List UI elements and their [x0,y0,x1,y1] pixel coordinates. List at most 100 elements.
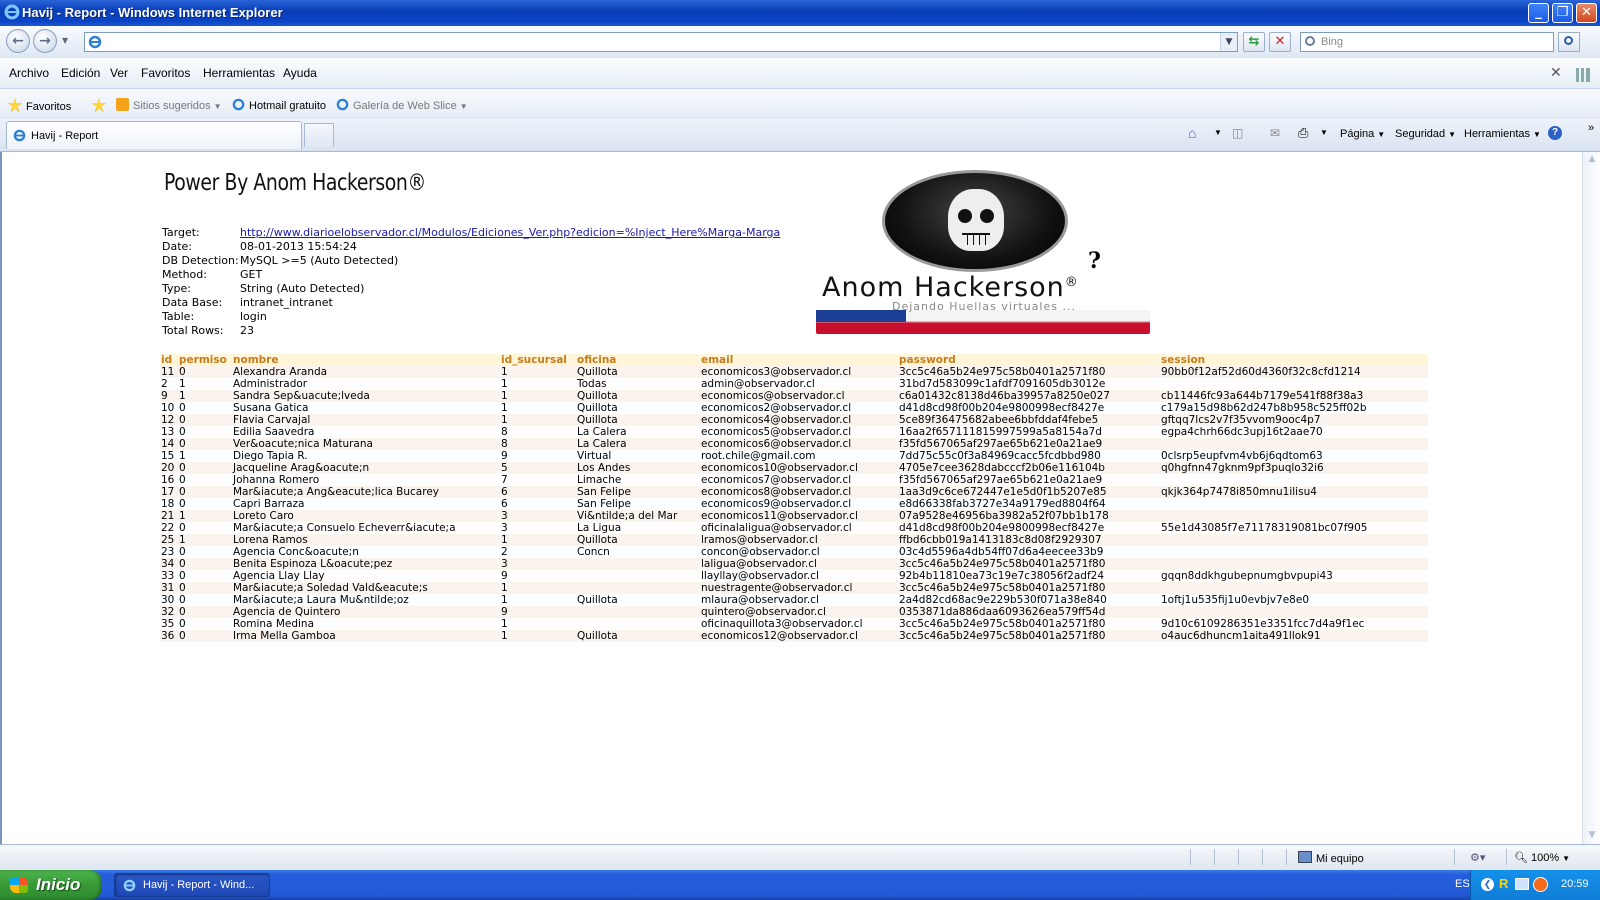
help-icon[interactable]: ? [1548,126,1562,140]
web-slice-gallery-link[interactable]: Galería de Web Slice ▼ [336,98,468,112]
cell-password: 03c4d5596a4db54ff07d6a4eecee33b9 [898,546,1160,558]
vertical-scrollbar[interactable]: ▲ ▼ [1582,152,1600,844]
table-row: 13 0 Edilia Saavedra 8 La Calera economicos5@… [160,426,1428,438]
meta-row: DB Detection: MySQL >=5 (Auto Detected) [162,254,780,268]
security-menu[interactable]: Seguridad ▼ [1395,128,1456,140]
forward-button[interactable]: → [33,29,57,53]
scroll-down-icon[interactable]: ▼ [1586,830,1598,842]
cell-id-sucursal: 3 [500,522,576,534]
protected-mode-icon[interactable]: ⚙▾ [1470,851,1485,864]
column-header-session: session [1160,354,1428,366]
refresh-button[interactable]: ⇆ [1243,32,1265,52]
cell-oficina: La Calera [576,426,700,438]
address-dropdown-button[interactable]: ▼ [1220,33,1237,51]
page-menu[interactable]: Página ▼ [1340,128,1385,140]
network-icon[interactable] [1515,878,1529,890]
tray-expand-icon[interactable]: ❮ [1481,878,1494,891]
cell-password: d41d8cd98f00b204e9800998ecf8427e [898,522,1160,534]
star-icon [8,98,22,112]
menu-archivo[interactable]: Archivo [9,66,49,80]
report-headline: Power By Anom Hackerson® [164,170,426,196]
cell-id-sucursal: 1 [500,618,576,630]
cell-id: 10 [160,402,178,414]
cell-permiso: 0 [178,594,232,606]
menu-edicion[interactable]: Edición [61,66,100,80]
more-commands-icon[interactable]: » [1588,122,1594,134]
rss-icon[interactable]: ◫ [1232,126,1243,140]
clock: 20:59 [1561,878,1589,890]
meta-key: Method: [162,268,207,281]
cell-id-sucursal: 1 [500,402,576,414]
suggested-sites-icon [116,98,129,111]
close-menu-icon[interactable]: ✕ [1550,64,1562,81]
menu-ver[interactable]: Ver [110,66,128,80]
chevron-down-icon[interactable]: ▼ [1214,128,1222,137]
cell-session [1160,474,1428,486]
cell-email: economicos10@observador.cl [700,462,898,474]
home-icon[interactable]: ⌂ [1188,125,1196,141]
table-row: 18 0 Capri Barraza 6 San Felipe economicos9@o… [160,498,1428,510]
new-tab-button[interactable] [304,123,334,147]
antivirus-icon[interactable] [1533,877,1548,892]
table-row: 10 0 Susana Gatica 1 Quillota economicos2@obs… [160,402,1428,414]
column-header-permiso: permiso [178,354,232,366]
tools-menu[interactable]: Herramientas ▼ [1464,128,1541,140]
cell-email: economicos3@observador.cl [700,366,898,378]
table-row: 30 0 Mar&iacute;a Laura Mu&ntilde;oz 1 Quill… [160,594,1428,606]
cell-password: 5ce89f36475682abee6bbfddaf4febe5 [898,414,1160,426]
search-input[interactable]: Bing [1300,32,1554,52]
chevron-down-icon[interactable]: ▼ [1320,128,1328,137]
login-table: id permiso nombre id_sucursal oficina email pa… [160,354,1428,642]
menu-favoritos[interactable]: Favoritos [141,66,190,80]
print-icon[interactable]: ⎙ [1298,125,1308,141]
minimize-button[interactable]: _ [1528,3,1549,23]
meta-key: Target: [162,226,200,239]
zoom-control[interactable]: 🔍︎ 100% ▼ [1514,851,1570,864]
cell-nombre: Diego Tapia R. [232,450,500,462]
back-arrow-icon: ← [12,33,24,49]
stop-button[interactable]: ✕ [1269,32,1291,52]
target-url-link[interactable]: http://www.diarioelobservador.cl/Modulos… [240,226,780,240]
restore-button[interactable]: ❐ [1552,3,1573,23]
cell-permiso: 0 [178,522,232,534]
table-row: 36 0 Irma Mella Gamboa 1 Quillota economicos1… [160,630,1428,642]
cell-permiso: 0 [178,426,232,438]
scroll-up-icon[interactable]: ▲ [1586,154,1598,166]
security-zone[interactable]: Mi equipo [1298,851,1364,865]
mail-icon[interactable]: ✉ [1270,126,1280,140]
cell-nombre: Agencia Llay Llay [232,570,500,582]
cell-permiso: 0 [178,498,232,510]
language-indicator[interactable]: ES [1455,878,1470,890]
meta-key: DB Detection: [162,254,239,267]
taskbar-item-label: Havij - Report - Wind... [143,879,255,891]
meta-row: Target: http://www.diarioelobservador.cl/… [162,226,780,240]
cell-oficina: Quillota [576,630,700,642]
cell-session [1160,498,1428,510]
tab-havij-report[interactable]: Havij - Report [6,121,302,149]
cell-oficina: Limache [576,474,700,486]
add-favorite-button[interactable] [92,98,110,113]
column-header-oficina: oficina [576,354,700,366]
start-button[interactable]: Inicio [0,870,102,900]
address-bar[interactable]: ▼ [84,32,1238,52]
cell-session: 90bb0f12af52d60d4360f32c8cfd1214 [1160,366,1428,378]
cell-oficina: Quillota [576,594,700,606]
suggested-sites-link[interactable]: Sitios sugeridos ▼ [116,98,222,112]
cell-oficina: Quillota [576,402,700,414]
taskbar-item-havij[interactable]: Havij - Report - Wind... [114,873,270,897]
cell-id-sucursal: 1 [500,594,576,606]
favorites-button[interactable]: Favoritos [8,98,71,113]
menu-herramientas[interactable]: Herramientas [203,66,275,80]
history-dropdown-icon[interactable]: ▼ [62,36,68,45]
back-button[interactable]: ← [6,29,30,53]
cell-password: 1aa3d9c6ce672447e1e5d0f1b5207e85 [898,486,1160,498]
column-header-nombre: nombre [232,354,500,366]
tray-r-icon[interactable]: R [1499,876,1508,891]
search-button[interactable] [1558,32,1580,52]
close-window-button[interactable]: ✕ [1576,3,1597,23]
table-row: 14 0 Ver&oacute;nica Maturana 8 La Calera eco… [160,438,1428,450]
hotmail-link[interactable]: Hotmail gratuito [232,98,326,112]
table-row: 22 0 Mar&iacute;a Consuelo Echeverr&iacute… [160,522,1428,534]
cell-id: 33 [160,570,178,582]
menu-ayuda[interactable]: Ayuda [283,66,317,80]
